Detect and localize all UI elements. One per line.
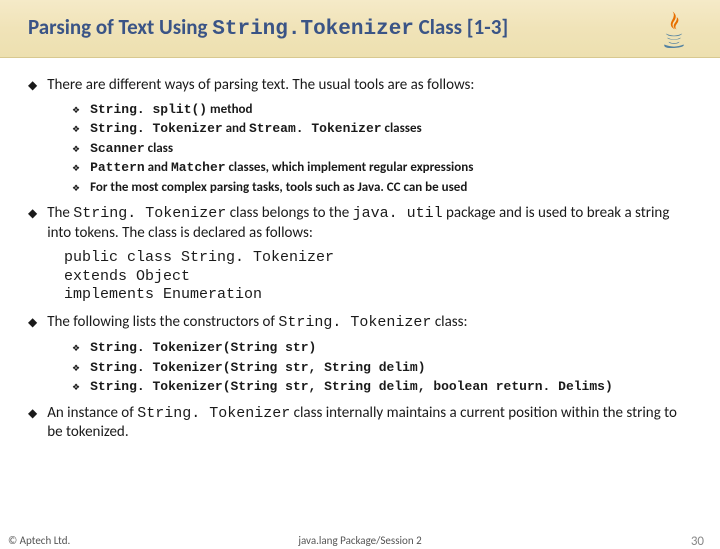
bullet-level2: ❖ String. split() method bbox=[72, 101, 692, 119]
footer-session: java.lang Package/Session 2 bbox=[0, 534, 720, 547]
bullet-level1: ◆ An instance of String. Tokenizer class… bbox=[28, 404, 692, 443]
title-mono: String.Tokenizer bbox=[212, 18, 414, 41]
bullet-marker: ❖ bbox=[72, 343, 80, 357]
bullet-level2: ❖ String. Tokenizer(String str) bbox=[72, 339, 692, 357]
bullet-level2: ❖ String. Tokenizer(String str, String de… bbox=[72, 359, 692, 377]
sublist-c: ❖ String. Tokenizer(String str) ❖ String. … bbox=[72, 339, 692, 396]
bullet-text: Pattern and Matcher classes, which imple… bbox=[90, 159, 692, 177]
bullet-marker: ❖ bbox=[72, 124, 80, 138]
bullet-text: String. Tokenizer(String str, String del… bbox=[90, 378, 692, 396]
bullet-level1: ◆ There are different ways of parsing te… bbox=[28, 76, 692, 95]
bullet-marker: ❖ bbox=[72, 105, 80, 119]
bullet-marker: ❖ bbox=[72, 382, 80, 396]
bullet-text: For the most complex parsing tasks, tool… bbox=[90, 179, 692, 197]
bullet-level2: ❖ String. Tokenizer(String str, String de… bbox=[72, 378, 692, 396]
bullet-marker: ❖ bbox=[72, 144, 80, 158]
code-line: public class String. Tokenizer bbox=[64, 249, 692, 268]
bullet-text: The String. Tokenizer class belongs to t… bbox=[47, 204, 692, 243]
bullet-text: The following lists the constructors of … bbox=[47, 313, 692, 333]
bullet-text: An instance of String. Tokenizer class i… bbox=[47, 404, 692, 443]
bullet-text: Scanner class bbox=[90, 140, 692, 158]
bullet-text: String. Tokenizer and Stream. Tokenizer … bbox=[90, 120, 692, 138]
java-logo-icon bbox=[652, 6, 696, 50]
bullet-level2: ❖ Scanner class bbox=[72, 140, 692, 158]
bullet-text: There are different ways of parsing text… bbox=[47, 76, 692, 95]
title-pre: Parsing of Text Using bbox=[28, 14, 212, 40]
bullet-level2: ❖ For the most complex parsing tasks, too… bbox=[72, 179, 692, 197]
code-line: extends Object bbox=[64, 268, 692, 287]
bullet-text: String. split() method bbox=[90, 101, 692, 119]
bullet-marker: ◆ bbox=[28, 79, 37, 95]
bullet-level1: ◆ The String. Tokenizer class belongs to… bbox=[28, 204, 692, 243]
bullet-text: String. Tokenizer(String str, String del… bbox=[90, 359, 692, 377]
title-post: Class [1-3] bbox=[414, 14, 508, 40]
bullet-level2: ❖ String. Tokenizer and Stream. Tokenizer… bbox=[72, 120, 692, 138]
bullet-level2: ❖ Pattern and Matcher classes, which impl… bbox=[72, 159, 692, 177]
bullet-marker: ❖ bbox=[72, 363, 80, 377]
bullet-marker: ❖ bbox=[72, 183, 80, 197]
bullet-text: String. Tokenizer(String str) bbox=[90, 339, 692, 357]
code-line: implements Enumeration bbox=[64, 286, 692, 305]
bullet-marker: ◆ bbox=[28, 207, 37, 243]
bullet-marker: ◆ bbox=[28, 316, 37, 333]
bullet-marker: ◆ bbox=[28, 407, 37, 443]
bullet-marker: ❖ bbox=[72, 163, 80, 177]
bullet-level1: ◆ The following lists the constructors o… bbox=[28, 313, 692, 333]
page-title: Parsing of Text Using String.Tokenizer C… bbox=[28, 14, 720, 41]
slide-header: Parsing of Text Using String.Tokenizer C… bbox=[0, 0, 720, 58]
sublist-a: ❖ String. split() method ❖ String. Tokeniz… bbox=[72, 101, 692, 197]
slide-content: ◆ There are different ways of parsing te… bbox=[0, 58, 720, 442]
page-number: 30 bbox=[691, 534, 704, 549]
code-block: public class String. Tokenizer extends O… bbox=[64, 249, 692, 305]
